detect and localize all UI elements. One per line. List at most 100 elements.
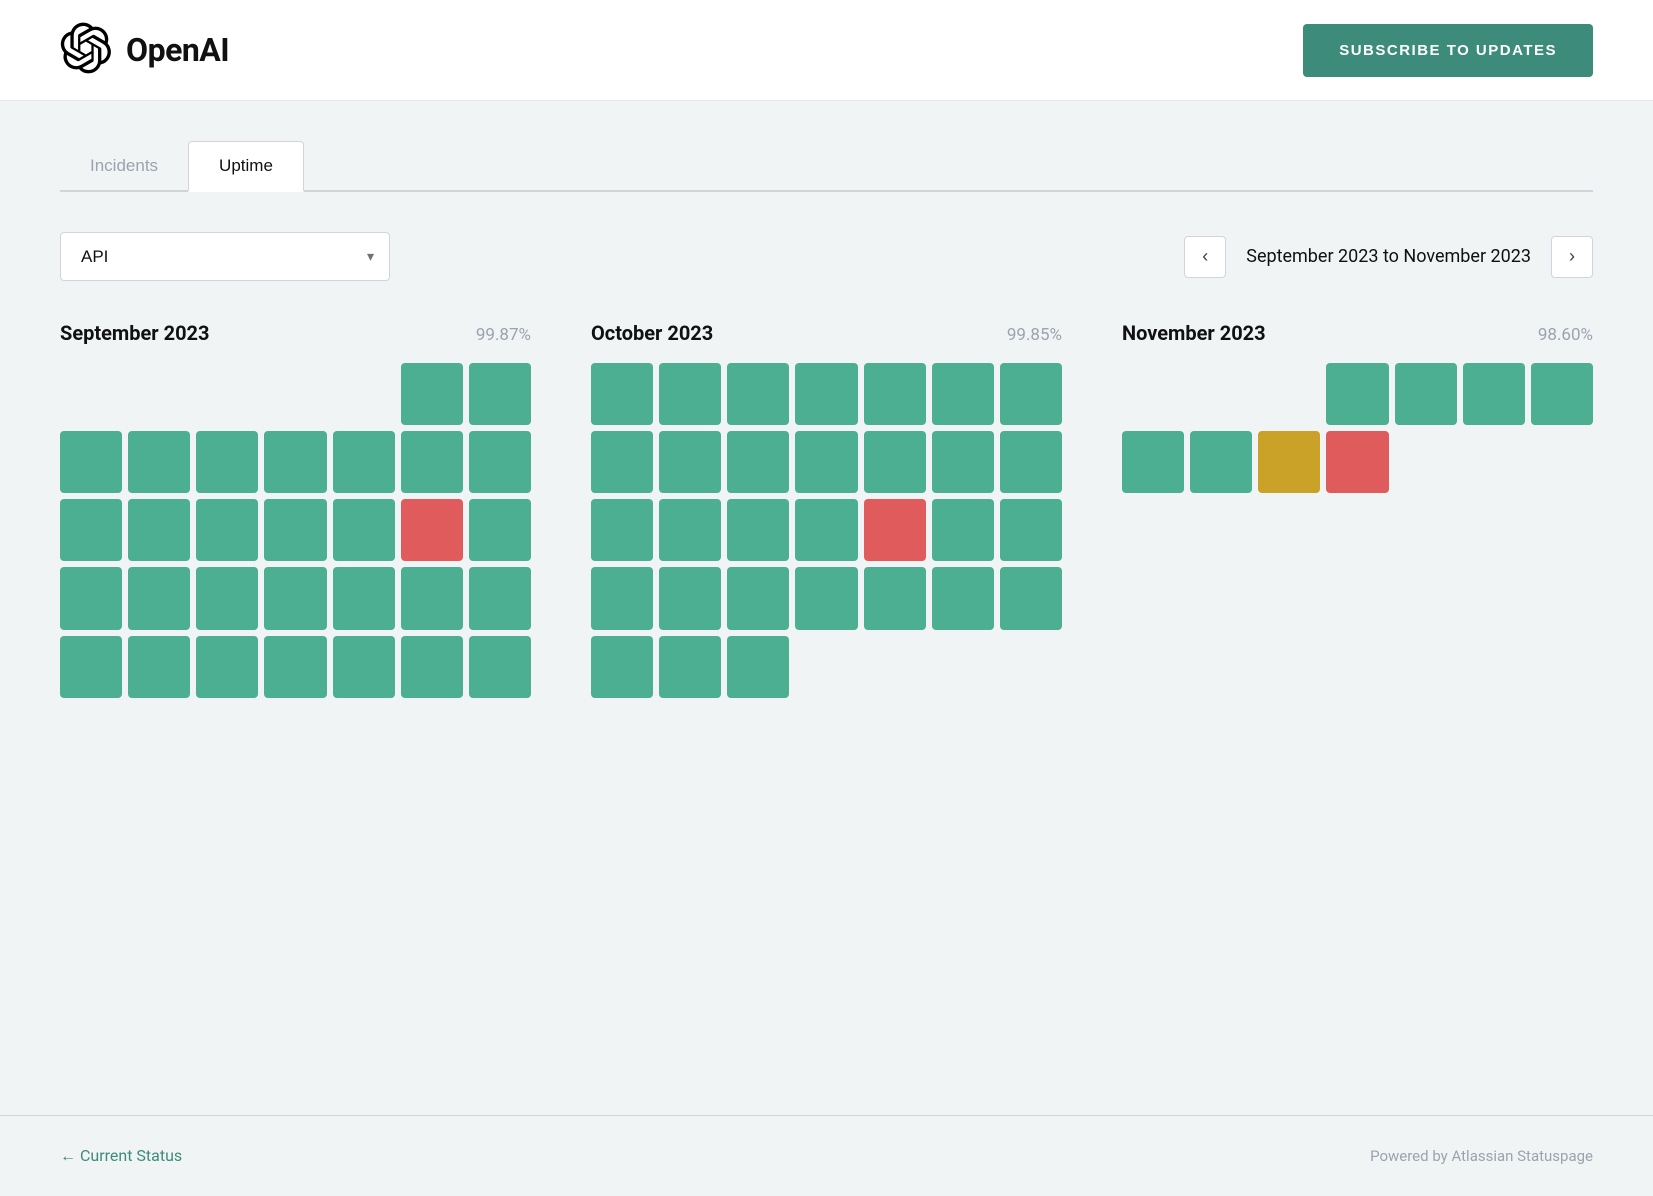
day-cell (795, 499, 857, 561)
day-cell (659, 499, 721, 561)
api-select[interactable]: API ChatGPT DALL·E Plugins (60, 232, 390, 281)
day-cell (401, 499, 463, 561)
day-cell (932, 431, 994, 493)
day-cell (1000, 499, 1062, 561)
day-cell (469, 431, 531, 493)
day-cell (1463, 567, 1525, 629)
calendar-grid-nov2023 (1122, 363, 1593, 698)
day-cell (864, 567, 926, 629)
day-cell (659, 567, 721, 629)
calendar-nov2023: November 202398.60% (1122, 321, 1593, 698)
tab-incidents[interactable]: Incidents (60, 142, 188, 192)
day-cell (591, 431, 653, 493)
calendar-month-label: September 2023 (60, 321, 210, 345)
day-cell (401, 431, 463, 493)
day-cell (727, 499, 789, 561)
day-cell (333, 567, 395, 629)
openai-logo-icon (60, 22, 112, 78)
logo-area: OpenAI (60, 22, 229, 78)
day-cell (727, 636, 789, 698)
day-cell (60, 636, 122, 698)
tab-uptime[interactable]: Uptime (188, 141, 304, 192)
calendar-header-oct2023: October 2023 99.85% (591, 321, 1062, 345)
powered-by-text: Powered by Atlassian Statuspage (1370, 1147, 1593, 1165)
current-status-link[interactable]: ← Current Status (60, 1146, 182, 1166)
date-range-label: September 2023 to November 2023 (1246, 246, 1531, 267)
calendar-pct-label: 99.87% (476, 325, 531, 345)
calendar-month-label: November 2023 (1122, 321, 1266, 345)
date-nav: ‹ September 2023 to November 2023 › (1184, 236, 1593, 278)
day-cell (1463, 431, 1525, 493)
controls-row: API ChatGPT DALL·E Plugins ▾ ‹ September… (60, 232, 1593, 281)
day-cell (196, 363, 258, 425)
day-cell (1395, 363, 1457, 425)
day-cell (264, 431, 326, 493)
day-cell (264, 499, 326, 561)
day-cell (128, 567, 190, 629)
day-cell (196, 499, 258, 561)
day-cell (1531, 636, 1593, 698)
day-cell (1463, 363, 1525, 425)
day-cell (1395, 431, 1457, 493)
next-period-button[interactable]: › (1551, 236, 1593, 278)
day-cell (1258, 363, 1320, 425)
day-cell (1531, 363, 1593, 425)
calendar-sep2023: September 2023 99.87% (60, 321, 531, 698)
day-cell (1463, 636, 1525, 698)
calendar-header-sep2023: September 2023 99.87% (60, 321, 531, 345)
day-cell (333, 636, 395, 698)
day-cell (128, 363, 190, 425)
prev-period-button[interactable]: ‹ (1184, 236, 1226, 278)
day-cell (864, 636, 926, 698)
day-cell (932, 363, 994, 425)
day-cell (1326, 499, 1388, 561)
day-cell (264, 567, 326, 629)
calendar-month-label: October 2023 (591, 321, 713, 345)
day-cell (1122, 431, 1184, 493)
day-cell (1190, 636, 1252, 698)
header: OpenAI SUBSCRIBE TO UPDATES (0, 0, 1653, 101)
day-cell (1258, 499, 1320, 561)
day-cell (196, 567, 258, 629)
day-cell (128, 431, 190, 493)
day-cell (1122, 363, 1184, 425)
day-cell (659, 431, 721, 493)
day-cell (1122, 567, 1184, 629)
day-cell (1190, 431, 1252, 493)
day-cell (1190, 567, 1252, 629)
day-cell (60, 499, 122, 561)
day-cell (1326, 363, 1388, 425)
api-select-wrapper: API ChatGPT DALL·E Plugins ▾ (60, 232, 390, 281)
day-cell (1531, 567, 1593, 629)
day-cell (659, 363, 721, 425)
day-cell (795, 431, 857, 493)
day-cell (128, 499, 190, 561)
day-cell (1190, 363, 1252, 425)
calendar-pct-label: 99.85% (1007, 325, 1062, 345)
page-wrapper: OpenAI SUBSCRIBE TO UPDATES Incidents Up… (0, 0, 1653, 1196)
day-cell (795, 363, 857, 425)
day-cell (196, 636, 258, 698)
day-cell (1000, 431, 1062, 493)
day-cell (932, 636, 994, 698)
day-cell (1395, 636, 1457, 698)
calendar-grid-oct2023 (591, 363, 1062, 698)
day-cell (591, 499, 653, 561)
day-cell (333, 499, 395, 561)
day-cell (401, 363, 463, 425)
subscribe-button[interactable]: SUBSCRIBE TO UPDATES (1303, 24, 1593, 77)
day-cell (60, 431, 122, 493)
day-cell (727, 567, 789, 629)
day-cell (1258, 636, 1320, 698)
day-cell (727, 431, 789, 493)
day-cell (1258, 567, 1320, 629)
calendar-oct2023: October 2023 99.85% (591, 321, 1062, 698)
footer: ← Current Status Powered by Atlassian St… (0, 1115, 1653, 1196)
day-cell (1326, 636, 1388, 698)
day-cell (60, 363, 122, 425)
day-cell (60, 567, 122, 629)
day-cell (727, 363, 789, 425)
day-cell (1190, 499, 1252, 561)
day-cell (591, 567, 653, 629)
day-cell (333, 431, 395, 493)
